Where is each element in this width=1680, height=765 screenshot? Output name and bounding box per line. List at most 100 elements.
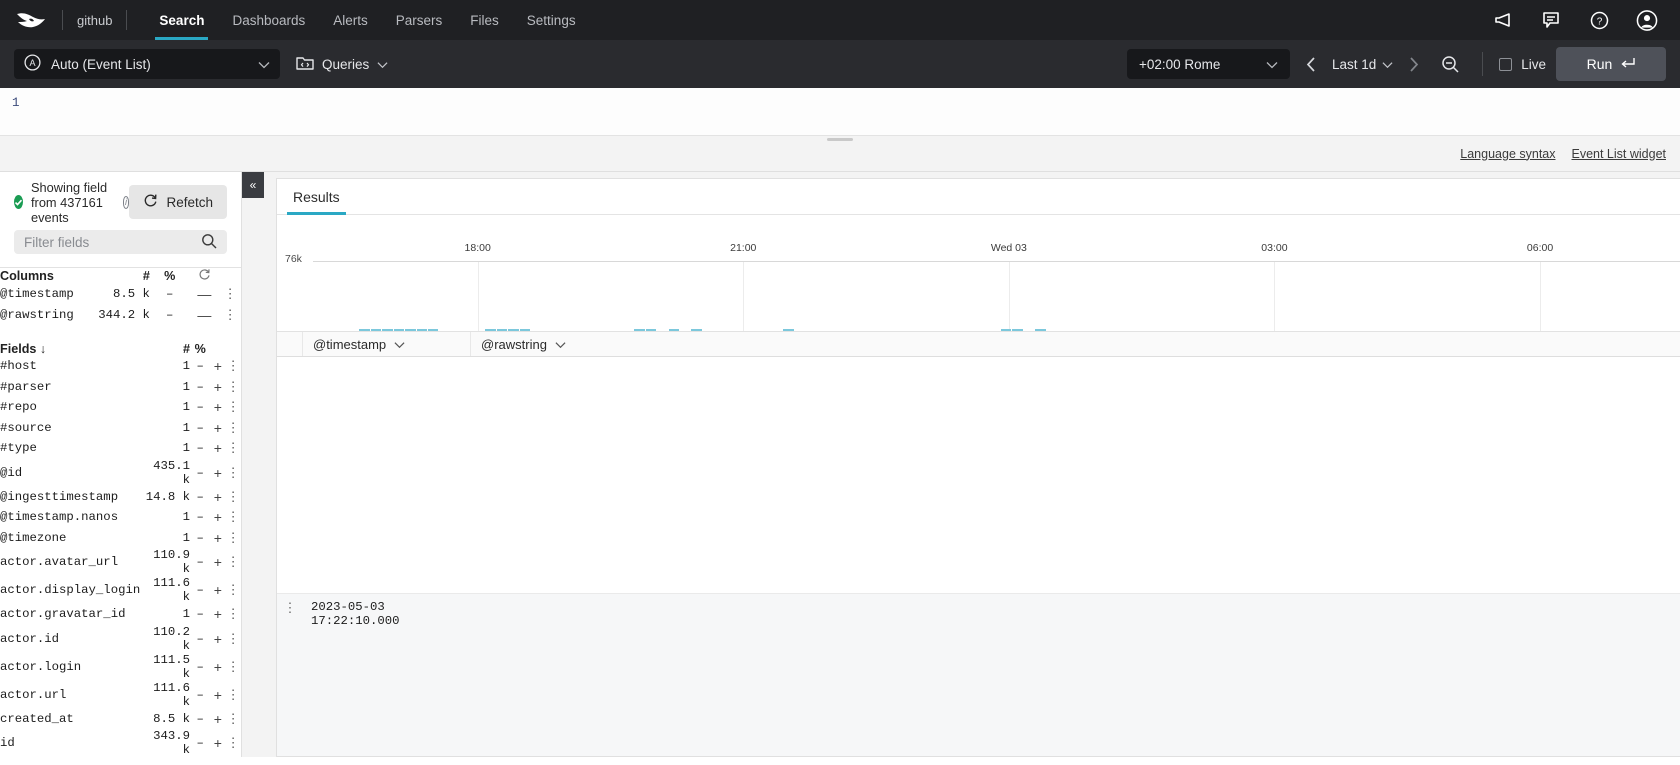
nav-item-dashboards[interactable]: Dashboards	[218, 0, 319, 40]
table-row[interactable]: @rawstring 344.2 k – — ⋮	[0, 305, 241, 326]
more-vertical-icon[interactable]: ⋮	[225, 487, 241, 508]
table-row[interactable]: "id": 72768132,	[277, 357, 1680, 594]
chart-bar[interactable]	[1012, 329, 1022, 332]
table-row[interactable]: actor.id110.2 k–+⋮	[0, 625, 241, 653]
query-editor[interactable]: 1	[0, 88, 1680, 136]
arrow-down-icon[interactable]: ↓	[40, 342, 46, 356]
chevron-down-icon[interactable]	[394, 337, 405, 352]
range-next-button[interactable]	[1403, 57, 1425, 72]
filter-fields-wrapper[interactable]	[14, 230, 227, 254]
chart-bar[interactable]	[634, 329, 644, 332]
more-vertical-icon[interactable]: ⋮	[219, 284, 241, 305]
account-icon[interactable]	[1636, 9, 1658, 31]
nav-item-settings[interactable]: Settings	[513, 0, 590, 40]
more-vertical-icon[interactable]: ⋮	[219, 305, 241, 326]
nav-item-files[interactable]: Files	[456, 0, 513, 40]
table-row[interactable]: #host1–+⋮	[0, 356, 241, 377]
plus-icon[interactable]: +	[210, 653, 225, 681]
more-vertical-icon[interactable]: ⋮	[225, 729, 241, 757]
time-range-select[interactable]: Last 1d	[1332, 57, 1393, 72]
more-vertical-icon[interactable]: ⋮	[225, 377, 241, 398]
plus-icon[interactable]: +	[210, 709, 225, 730]
search-icon[interactable]	[201, 233, 217, 252]
more-vertical-icon[interactable]: ⋮	[225, 681, 241, 709]
feedback-icon[interactable]	[1540, 9, 1562, 31]
chart-bar[interactable]	[783, 329, 793, 332]
plus-icon[interactable]: +	[210, 528, 225, 549]
chart-bar[interactable]	[646, 329, 656, 332]
table-row[interactable]: @timezone1–+⋮	[0, 528, 241, 549]
chart-bar[interactable]	[508, 329, 518, 332]
chevron-down-icon[interactable]	[555, 337, 566, 352]
collapse-left-icon[interactable]: «	[242, 172, 264, 198]
table-row[interactable]: actor.display_login111.6 k–+⋮	[0, 576, 241, 604]
event-list-widget-link[interactable]: Event List widget	[1572, 147, 1667, 161]
live-toggle[interactable]: Live	[1499, 57, 1546, 72]
column-remove-button[interactable]: —	[189, 305, 219, 326]
table-row[interactable]: #parser1–+⋮	[0, 377, 241, 398]
plus-icon[interactable]: +	[210, 681, 225, 709]
table-row[interactable]: @id435.1 k–+⋮	[0, 459, 241, 487]
plus-icon[interactable]: +	[210, 625, 225, 653]
table-row[interactable]: #type1–+⋮	[0, 438, 241, 459]
more-vertical-icon[interactable]: ⋮	[225, 653, 241, 681]
table-row[interactable]: created_at8.5 k–+⋮	[0, 709, 241, 730]
plus-icon[interactable]: +	[210, 397, 225, 418]
chart-bar[interactable]	[417, 329, 427, 332]
column-header-rawstring[interactable]: @rawstring	[471, 332, 1680, 356]
live-checkbox[interactable]	[1499, 58, 1512, 71]
plus-icon[interactable]: +	[210, 729, 225, 757]
plus-icon[interactable]: +	[210, 438, 225, 459]
plus-icon[interactable]: +	[210, 507, 225, 528]
filter-fields-input[interactable]	[24, 235, 201, 250]
plus-icon[interactable]: +	[210, 548, 225, 576]
plus-icon[interactable]: +	[210, 487, 225, 508]
range-previous-button[interactable]	[1300, 57, 1322, 72]
timezone-select[interactable]: +02:00 Rome	[1127, 49, 1290, 79]
chart-bar[interactable]	[382, 329, 392, 332]
more-vertical-icon[interactable]: ⋮	[225, 625, 241, 653]
plus-icon[interactable]: +	[210, 459, 225, 487]
tab-results[interactable]: Results	[277, 179, 356, 214]
widget-type-select[interactable]: A Auto (Event List)	[14, 49, 280, 79]
more-vertical-icon[interactable]: ⋮	[225, 604, 241, 625]
table-row[interactable]: actor.url111.6 k–+⋮	[0, 681, 241, 709]
zoom-out-icon[interactable]	[1435, 55, 1466, 74]
queries-button[interactable]: Queries	[290, 55, 394, 74]
more-vertical-icon[interactable]: ⋮	[225, 528, 241, 549]
nav-item-parsers[interactable]: Parsers	[382, 0, 457, 40]
table-row[interactable]: actor.gravatar_id1–+⋮	[0, 604, 241, 625]
language-syntax-link[interactable]: Language syntax	[1460, 147, 1555, 161]
repo-name[interactable]: github	[77, 13, 112, 28]
row-more-icon[interactable]	[277, 357, 303, 593]
plus-icon[interactable]: +	[210, 356, 225, 377]
table-row[interactable]: #source1–+⋮	[0, 418, 241, 439]
more-vertical-icon[interactable]: ⋮	[225, 548, 241, 576]
chart-bar[interactable]	[359, 329, 369, 332]
plus-icon[interactable]: +	[210, 377, 225, 398]
chart-bar[interactable]	[394, 329, 404, 332]
editor-resize-handle[interactable]	[827, 138, 853, 141]
chart-bar[interactable]	[405, 329, 415, 332]
more-vertical-icon[interactable]: ⋮	[225, 709, 241, 730]
info-icon[interactable]: i	[123, 196, 130, 209]
chart-bar[interactable]	[485, 329, 495, 332]
row-more-icon[interactable]: ⋮	[277, 594, 303, 756]
chart-bar[interactable]	[1001, 329, 1011, 332]
plus-icon[interactable]: +	[210, 576, 225, 604]
events-histogram[interactable]: 76k 18:0021:00Wed 0303:0006:0009:0012:00…	[277, 249, 1680, 331]
more-vertical-icon[interactable]: ⋮	[225, 459, 241, 487]
table-row[interactable]: actor.login111.5 k–+⋮	[0, 653, 241, 681]
table-row[interactable]: ⋮2023-05-03 17:22:10.000	[277, 594, 1680, 756]
chart-bar[interactable]	[520, 329, 530, 332]
plus-icon[interactable]: +	[210, 418, 225, 439]
table-row[interactable]: #repo1–+⋮	[0, 397, 241, 418]
chart-bar[interactable]	[1035, 329, 1045, 332]
table-row[interactable]: actor.avatar_url110.9 k–+⋮	[0, 548, 241, 576]
plus-icon[interactable]: +	[210, 604, 225, 625]
table-row[interactable]: id343.9 k–+⋮	[0, 729, 241, 757]
falcon-logo[interactable]	[14, 8, 48, 32]
more-vertical-icon[interactable]: ⋮	[225, 356, 241, 377]
more-vertical-icon[interactable]: ⋮	[225, 438, 241, 459]
table-row[interactable]: @ingesttimestamp14.8 k–+⋮	[0, 487, 241, 508]
